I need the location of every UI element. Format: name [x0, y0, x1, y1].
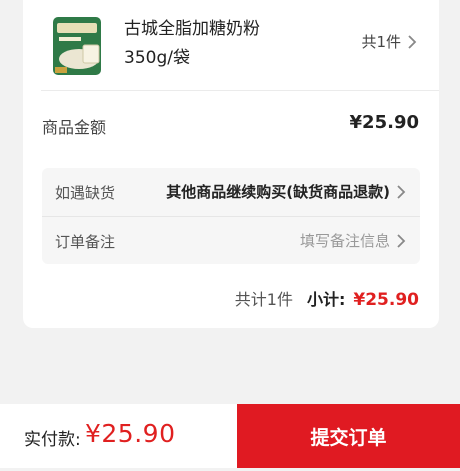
goods-amount-value: ¥25.90 [349, 112, 419, 133]
out-of-stock-choice: 其他商品继续购买(缺货商品退款) [166, 183, 390, 201]
product-thumbnail [53, 17, 101, 75]
total-count: 共计1件 [234, 290, 293, 309]
product-row[interactable]: 古城全脂加糖奶粉 350g/袋 共1件 [23, 0, 439, 90]
out-of-stock-value[interactable]: 其他商品继续购买(缺货商品退款) [166, 181, 406, 202]
order-remark-label: 订单备注 [55, 233, 116, 251]
order-remark-input[interactable]: 填写备注信息 [300, 230, 406, 251]
chevron-right-icon [397, 184, 406, 199]
chevron-right-icon [408, 34, 417, 49]
divider [41, 90, 439, 91]
product-count[interactable]: 共1件 [361, 31, 417, 52]
subtotal-value: ¥25.90 [353, 290, 419, 310]
order-remark-placeholder: 填写备注信息 [299, 232, 390, 250]
pay-amount-value: ¥25.90 [85, 419, 176, 448]
goods-amount-label: 商品金额 [42, 118, 107, 137]
out-of-stock-label: 如遇缺货 [55, 184, 116, 202]
product-name: 古城全脂加糖奶粉 [124, 19, 260, 39]
checkout-bar: 实付款: ¥25.90 提交订单 [0, 404, 460, 468]
submit-order-button[interactable]: 提交订单 [237, 404, 460, 468]
order-remark-option[interactable]: 订单备注 填写备注信息 [42, 216, 420, 264]
goods-amount-row: 商品金额 ¥25.90 [23, 104, 439, 144]
product-spec: 350g/袋 [124, 48, 190, 68]
order-card: 古城全脂加糖奶粉 350g/袋 共1件 商品金额 ¥25.90 如遇缺货 其他商… [23, 0, 439, 328]
product-count-text: 共1件 [361, 33, 401, 51]
chevron-right-icon [397, 233, 406, 248]
out-of-stock-option[interactable]: 如遇缺货 其他商品继续购买(缺货商品退款) [42, 168, 420, 216]
order-total-row: 共计1件 小计: ¥25.90 [235, 286, 419, 310]
pay-amount-label: 实付款: [24, 430, 81, 450]
subtotal-label: 小计: [306, 290, 346, 309]
order-options: 如遇缺货 其他商品继续购买(缺货商品退款) 订单备注 填写备注信息 [42, 168, 420, 264]
order-confirm-page: 古城全脂加糖奶粉 350g/袋 共1件 商品金额 ¥25.90 如遇缺货 其他商… [0, 0, 460, 471]
